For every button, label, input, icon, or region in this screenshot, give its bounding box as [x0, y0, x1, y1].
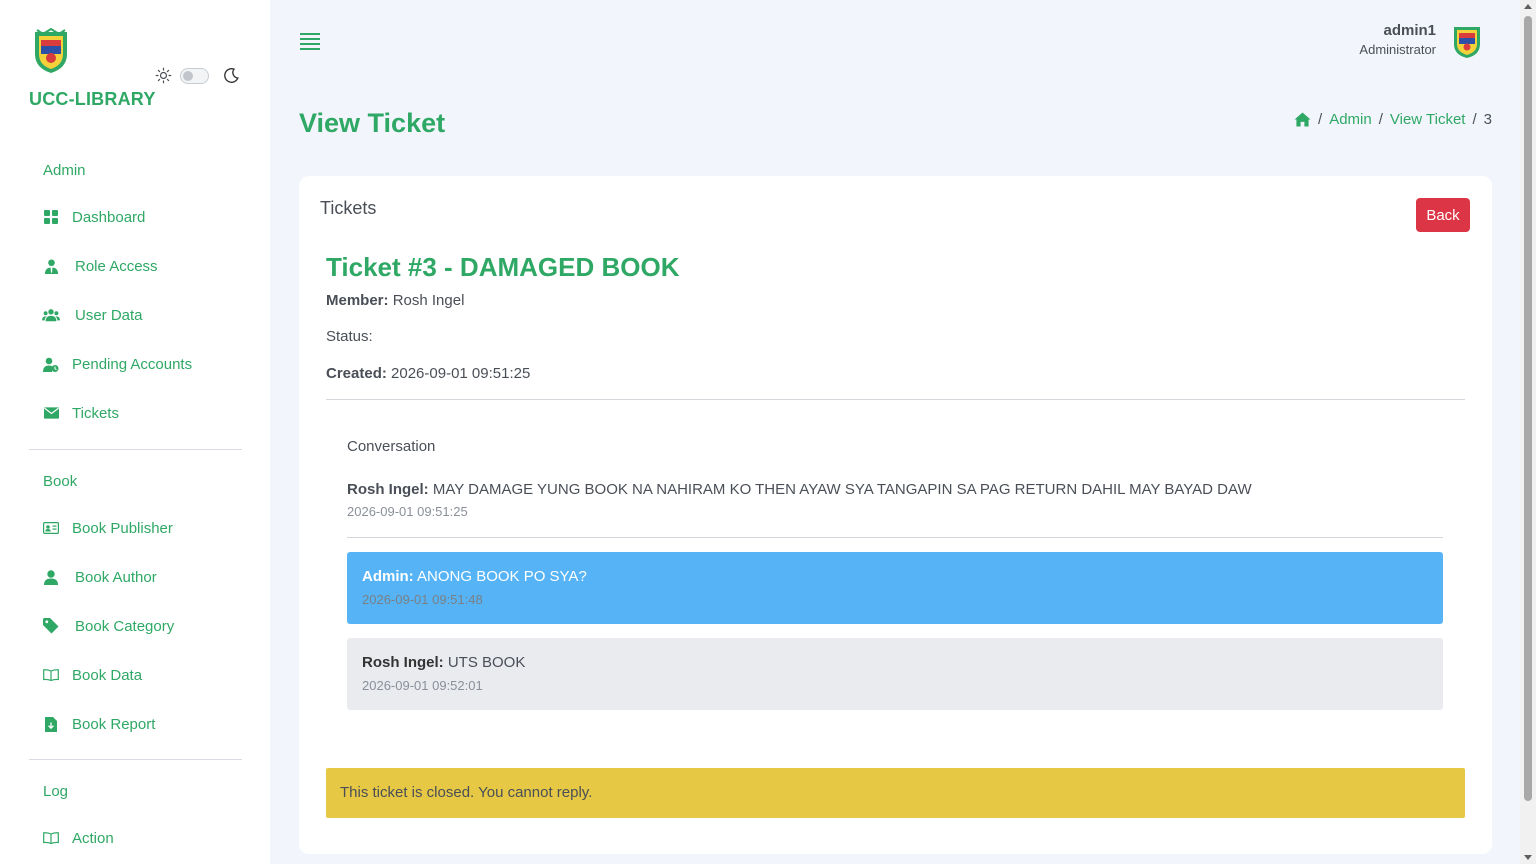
sun-icon [155, 67, 172, 84]
home-icon[interactable] [1294, 112, 1311, 127]
sidebar-item-label: Book Category [75, 617, 175, 635]
user-role: Administrator [1359, 42, 1436, 57]
sidebar-item-user-data[interactable]: User Data [42, 303, 143, 327]
message-text: MAY DAMAGE YUNG BOOK NA NAHIRAM KO THEN … [432, 481, 1252, 498]
conversation-label: Conversation [347, 438, 436, 455]
id-card-icon [42, 519, 60, 537]
user-tie-icon [42, 257, 60, 275]
scrollbar-thumb[interactable] [1524, 16, 1532, 801]
breadcrumb-view-ticket[interactable]: View Ticket [1390, 111, 1466, 128]
divider [347, 537, 1443, 538]
breadcrumb-admin[interactable]: Admin [1329, 111, 1372, 128]
sidebar-divider [29, 759, 242, 760]
ticket-status: Status: [326, 328, 373, 345]
member-value: Rosh Ingel [392, 292, 465, 309]
sidebar-item-label: Pending Accounts [72, 355, 193, 373]
scroll-down-icon[interactable] [1524, 855, 1532, 860]
message-sender: Admin: [362, 568, 414, 585]
message-text: ANONG BOOK PO SYA? [417, 568, 587, 585]
file-download-icon [42, 715, 60, 733]
message-time: 2026-09-01 09:51:48 [362, 592, 483, 607]
sidebar-item-label: Book Report [72, 715, 156, 733]
sidebar-item-pending-accounts[interactable]: Pending Accounts [42, 352, 192, 376]
sidebar-item-book-category[interactable]: Book Category [42, 614, 174, 638]
sidebar-item-dashboard[interactable]: Dashboard [42, 205, 145, 229]
theme-switch[interactable] [180, 67, 209, 84]
user-clock-icon [42, 355, 60, 373]
sidebar-divider [29, 449, 242, 450]
menu-toggle-icon[interactable] [300, 33, 320, 50]
avatar[interactable] [1452, 24, 1482, 59]
sidebar-item-action[interactable]: Action [42, 826, 114, 850]
book-open-icon [42, 829, 60, 847]
message-sender: Rosh Ingel: [347, 481, 429, 498]
sidebar-item-book-data[interactable]: Book Data [42, 663, 142, 687]
page-scrollbar[interactable] [1520, 0, 1536, 864]
section-admin: Admin [43, 162, 86, 179]
dashboard-icon [42, 208, 60, 226]
ucc-logo [35, 28, 67, 73]
message-item-admin: Admin: ANONG BOOK PO SYA? 2026-09-01 09:… [347, 552, 1443, 624]
ticket-member: Member: Rosh Ingel [326, 292, 464, 309]
sidebar-item-role-access[interactable]: Role Access [42, 254, 158, 278]
sidebar-item-tickets[interactable]: Tickets [42, 401, 119, 425]
moon-icon [224, 67, 239, 83]
message-time: 2026-09-01 09:51:25 [347, 504, 468, 519]
status-label: Status: [326, 328, 373, 345]
tag-icon [42, 617, 60, 635]
user-info[interactable]: admin1 Administrator [1359, 22, 1436, 57]
sidebar-item-label: Role Access [75, 257, 158, 275]
card-title: Tickets [320, 198, 377, 218]
sidebar-item-label: User Data [75, 306, 143, 324]
created-label: Created: [326, 365, 387, 382]
created-value: 2026-09-01 09:51:25 [391, 365, 531, 382]
user-icon [42, 568, 60, 586]
page-title: View Ticket [299, 108, 446, 138]
users-icon [42, 306, 60, 324]
sidebar-item-label: Action [72, 829, 114, 847]
divider [326, 399, 1465, 400]
envelope-icon [42, 404, 60, 422]
ticket-card: Tickets Back Ticket #3 - DAMAGED BOOK Me… [299, 176, 1492, 854]
message-item: Rosh Ingel: MAY DAMAGE YUNG BOOK NA NAHI… [347, 481, 1252, 498]
sidebar-item-book-publisher[interactable]: Book Publisher [42, 516, 173, 540]
message-item-member: Rosh Ingel: UTS BOOK 2026-09-01 09:52:01 [347, 638, 1443, 710]
message-time: 2026-09-01 09:52:01 [362, 678, 483, 693]
sidebar-item-book-author[interactable]: Book Author [42, 565, 157, 589]
sidebar: UCC-LIBRARY Admin Dashboard Role Access [0, 0, 270, 864]
scroll-up-icon[interactable] [1524, 4, 1532, 9]
sidebar-item-book-report[interactable]: Book Report [42, 712, 155, 736]
sidebar-item-label: Book Publisher [72, 519, 173, 537]
breadcrumb: / Admin / View Ticket / 3 [1294, 111, 1492, 128]
member-label: Member: [326, 292, 389, 309]
brand-name: UCC-LIBRARY [29, 89, 156, 109]
back-button[interactable]: Back [1416, 198, 1470, 232]
section-book: Book [43, 473, 78, 490]
user-name: admin1 [1383, 22, 1436, 39]
section-log: Log [43, 783, 69, 800]
ticket-heading: Ticket #3 - DAMAGED BOOK [326, 252, 680, 282]
theme-toggle[interactable] [155, 67, 240, 84]
ticket-created: Created: 2026-09-01 09:51:25 [326, 365, 530, 382]
sidebar-item-label: Book Author [75, 568, 157, 586]
breadcrumb-current: 3 [1483, 111, 1492, 128]
sidebar-item-label: Dashboard [72, 208, 146, 226]
sidebar-item-label: Book Data [72, 666, 143, 684]
message-sender: Rosh Ingel: [362, 654, 444, 671]
message-text: UTS BOOK [447, 654, 526, 671]
sidebar-item-label: Tickets [72, 404, 119, 422]
book-open-icon [42, 666, 60, 684]
closed-ticket-alert: This ticket is closed. You cannot reply. [326, 768, 1465, 818]
